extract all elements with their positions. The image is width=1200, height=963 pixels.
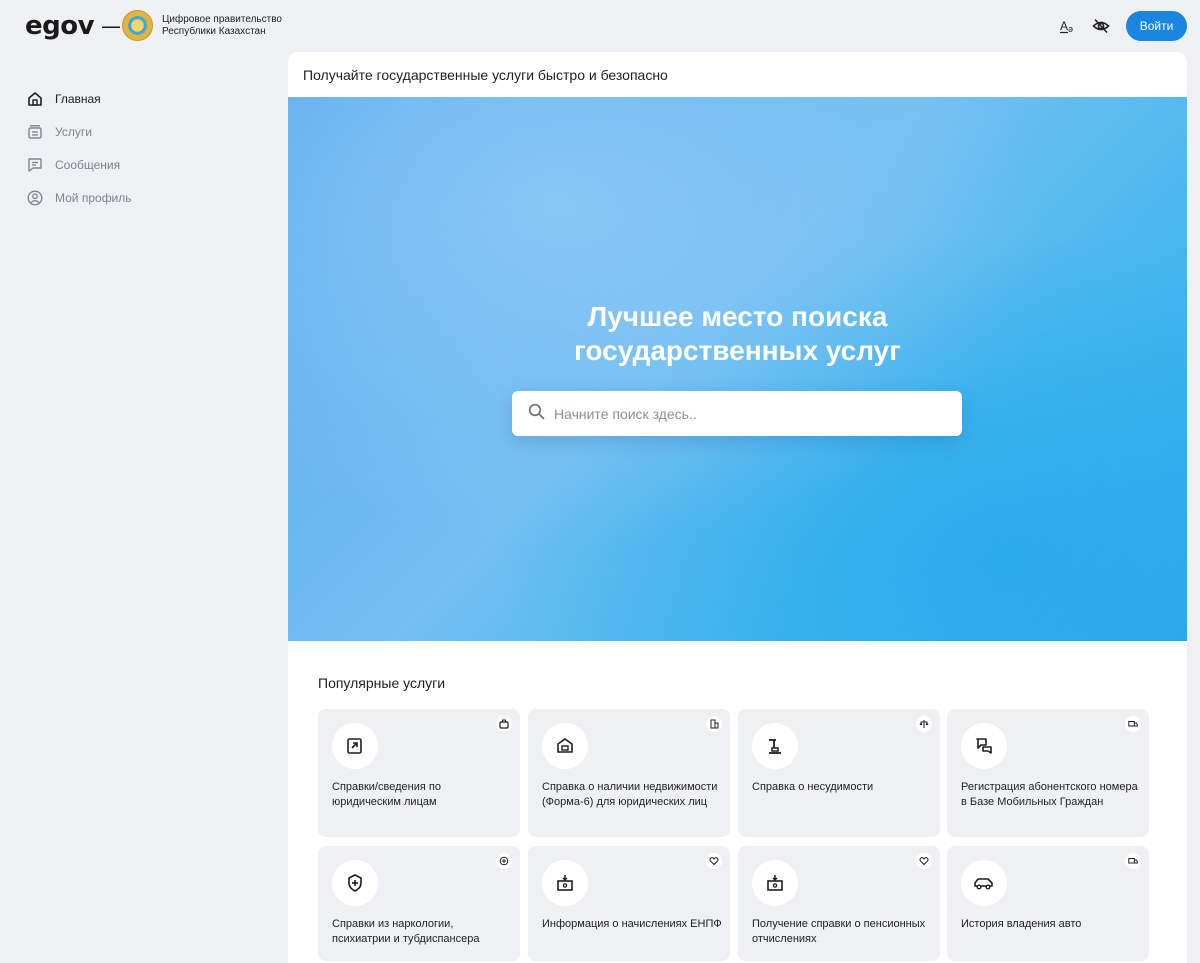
main-header: Получайте государственные услуги быстро … — [303, 66, 668, 83]
hero-title: Лучшее место поиска государственных услу… — [288, 300, 1187, 368]
scales-icon — [916, 716, 932, 732]
car-icon — [961, 860, 1007, 906]
service-title: Информация о начислениях ЕНПФ — [542, 918, 722, 930]
logo-separator: — — [101, 14, 121, 38]
truck-icon — [1125, 716, 1141, 732]
gov-name: Цифровое правительство Республики Казахс… — [162, 14, 282, 38]
sidebar-item-profile[interactable]: Мой профиль — [26, 188, 132, 208]
service-card[interactable]: Справки из наркологии, психиатрии и тубд… — [318, 846, 520, 961]
sidebar-item-messages[interactable]: Сообщения — [26, 155, 120, 175]
sidebar-item-services[interactable]: Услуги — [26, 122, 92, 142]
heart-icon — [916, 853, 932, 869]
cash-box-icon — [752, 860, 798, 906]
service-title: Справки/сведения по юридическим лицам — [332, 781, 441, 808]
login-button[interactable]: Войти — [1126, 11, 1187, 41]
font-size-icon[interactable]: Aə — [1058, 16, 1078, 36]
sidebar-item-label: Мой профиль — [55, 191, 132, 205]
messages-icon — [26, 156, 44, 174]
service-card[interactable]: Регистрация абонентского номера в Базе М… — [947, 709, 1149, 837]
service-card[interactable]: Справки/сведения по юридическим лицам — [318, 709, 520, 837]
document-icon — [332, 723, 378, 769]
service-title: Регистрация абонентского номера в Базе М… — [961, 781, 1138, 808]
heart-icon — [706, 853, 722, 869]
plus-icon — [496, 853, 512, 869]
services-icon — [26, 123, 44, 141]
service-card[interactable]: Справка о наличии недвижимости (Форма-6)… — [528, 709, 730, 837]
sidebar-item-label: Услуги — [55, 125, 92, 139]
popular-services-title: Популярные услуги — [318, 675, 446, 691]
sidebar-item-label: Сообщения — [55, 158, 121, 172]
search-icon — [528, 403, 545, 425]
profile-icon — [26, 189, 44, 207]
home-icon — [26, 90, 44, 108]
shield-plus-icon — [332, 860, 378, 906]
cash-box-icon — [542, 860, 588, 906]
svg-text:ə: ə — [1068, 24, 1073, 34]
service-title: Получение справки о пенсионных отчислени… — [752, 918, 926, 945]
gov-name-line1: Цифровое правительство — [162, 14, 282, 25]
service-title: Справка о наличии недвижимости (Форма-6)… — [542, 781, 718, 808]
service-card[interactable]: История владения авто — [947, 846, 1149, 961]
house-icon — [542, 723, 588, 769]
hero-title-line1: Лучшее место поиска — [587, 301, 888, 332]
service-title: Справка о несудимости — [752, 781, 874, 793]
chat-icon — [961, 723, 1007, 769]
service-title: История владения авто — [961, 918, 1082, 930]
main-panel: Получайте государственные услуги быстро … — [288, 52, 1187, 963]
logo-text: egov — [25, 11, 95, 41]
gavel-icon — [752, 723, 798, 769]
search-box[interactable] — [512, 391, 962, 436]
building-icon — [706, 716, 722, 732]
svg-text:A: A — [1060, 19, 1068, 33]
service-title: Справки из наркологии, психиатрии и тубд… — [332, 918, 480, 945]
state-emblem-icon — [122, 10, 153, 41]
hero-banner: Лучшее место поиска государственных услу… — [288, 97, 1187, 641]
hero-title-line2: государственных услуг — [574, 335, 901, 366]
sidebar-item-label: Главная — [55, 92, 101, 106]
gov-name-line2: Республики Казахстан — [162, 26, 266, 37]
egov-logo[interactable]: egov — — [25, 11, 121, 41]
eye-off-icon[interactable] — [1091, 16, 1111, 36]
sidebar-item-home[interactable]: Главная — [26, 89, 101, 109]
truck-icon — [1125, 853, 1141, 869]
briefcase-icon — [496, 716, 512, 732]
search-input[interactable] — [554, 405, 934, 422]
service-card[interactable]: Информация о начислениях ЕНПФ — [528, 846, 730, 961]
service-card[interactable]: Справка о несудимости — [738, 709, 940, 837]
service-card[interactable]: Получение справки о пенсионных отчислени… — [738, 846, 940, 961]
top-bar: egov — Цифровое правительство Республики… — [0, 0, 1200, 52]
